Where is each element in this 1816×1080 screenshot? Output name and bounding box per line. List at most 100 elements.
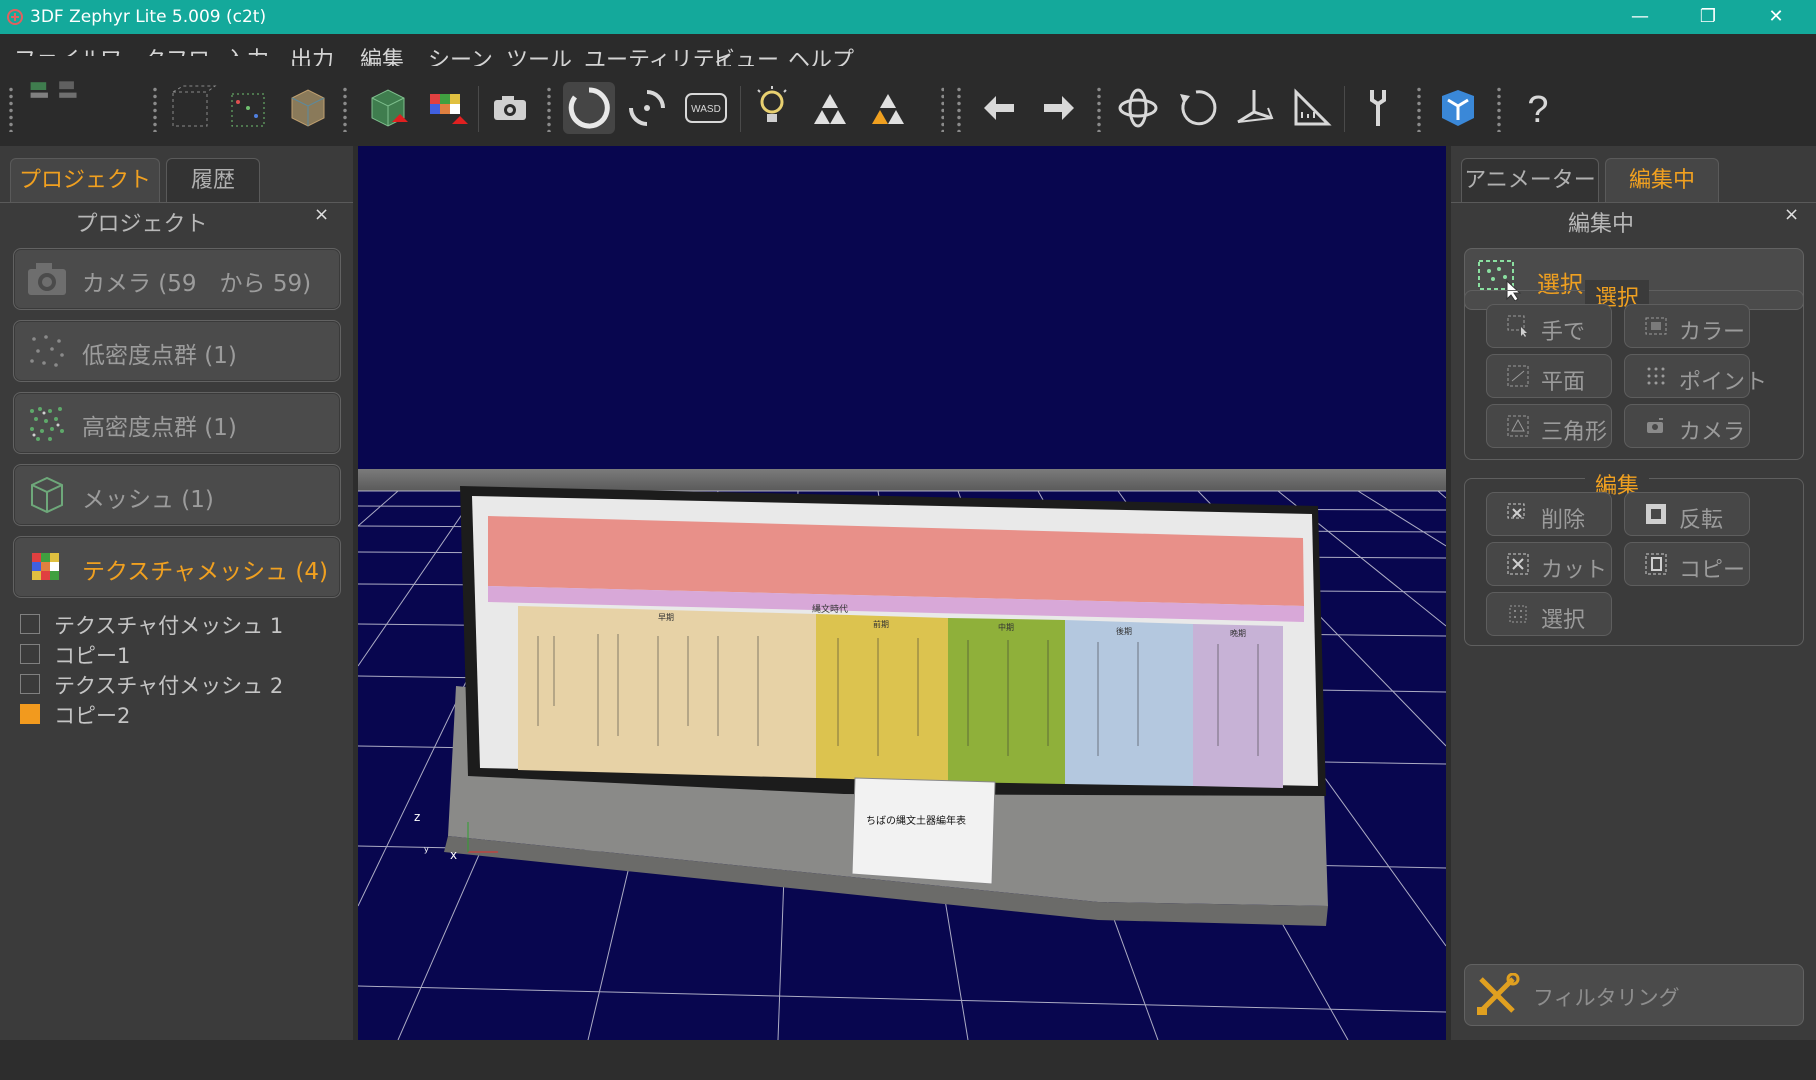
transform-icon[interactable] [1228,82,1280,134]
sign-early2-text: 前期 [873,619,889,629]
undo-icon[interactable] [974,82,1026,134]
dense-view-icon[interactable] [224,82,276,134]
sign-late-text: 後期 [1116,626,1132,636]
texture-generate-icon[interactable] [420,82,472,134]
toolbar-grip[interactable] [546,86,552,132]
plane-select-label: 平面 [1541,370,1586,395]
wasd-icon[interactable]: WASD [680,82,732,134]
textured-mesh-label: テクスチャメッシュ (4) [82,559,328,585]
triangle-select-button[interactable]: 三角形 [1486,404,1612,448]
mesh-icon [31,476,63,514]
copy-icon [1645,553,1667,575]
minimize-button[interactable]: — [1612,0,1668,34]
redo-icon[interactable] [1032,82,1084,134]
toolbar-grip[interactable] [152,86,158,132]
close-button[interactable]: ✕ [1748,0,1804,34]
toolbar-grip[interactable] [1096,86,1102,132]
camera-icon[interactable] [484,82,536,134]
orbit-icon[interactable] [563,82,615,134]
copy-label: コピー [1679,558,1746,583]
workflow-icons-group[interactable] [28,64,148,108]
sketchfab-icon[interactable] [1432,82,1484,134]
item-checkbox[interactable] [20,704,40,724]
item-checkbox[interactable] [20,674,40,694]
rotate-icon[interactable] [1112,82,1164,134]
menu-import[interactable]: 入力 [225,42,269,56]
mesh-button[interactable]: メッシュ (1) [13,464,341,526]
item-checkbox[interactable] [20,614,40,634]
editing-panel: アニメーター 編集中 編集中 × 選択 選択 手で カラー 平面 ポイント 三角… [1451,146,1816,1040]
toolbar-grip[interactable] [956,86,962,132]
cut-icon [1507,553,1529,575]
hand-select-button[interactable]: 手で [1486,304,1612,348]
rotate-ccw-icon[interactable] [1170,82,1222,134]
tools-icon[interactable] [1352,82,1404,134]
cut-button[interactable]: カット [1486,542,1612,586]
mesh-label: メッシュ (1) [82,487,214,513]
close-panel-button[interactable]: × [314,204,329,225]
sparse-cloud-label: 低密度点群 (1) [82,343,237,369]
axis-y-label: y [424,845,429,854]
point-select-button[interactable]: ポイント [1624,354,1767,398]
3d-viewport[interactable]: 縄文時代 早期 前期 中期 後期 晩期 ちばの縄文土器編年表 z y x [358,146,1446,1040]
tab-divider [1451,202,1816,203]
textured-mesh-button[interactable]: テクスチャメッシュ (4) [13,536,341,598]
light-bulb-icon[interactable] [746,82,798,134]
period-late [1065,620,1193,786]
toolbar-grip[interactable] [1416,86,1422,132]
close-panel-button[interactable]: × [1784,204,1799,225]
caption-title: ちばの縄文土器編年表 [866,814,966,827]
toolbar-separator [740,86,741,132]
item-checkbox[interactable] [20,644,40,664]
toolbar-grip[interactable] [8,86,14,132]
tab-project[interactable]: プロジェクト [10,158,160,203]
panel-title: 編集中 [1567,212,1634,237]
invert-button[interactable]: 反転 [1624,492,1750,536]
pan-icon[interactable] [621,82,673,134]
toolbar: WASD ? [0,66,1816,146]
toolbar-grip[interactable] [940,86,944,132]
mesh-generate-icon[interactable] [362,82,414,134]
camera-icon [28,263,66,295]
tab-animator[interactable]: アニメーター [1461,158,1599,203]
select-label: 選択 [1541,608,1586,633]
help-label: ? [1527,89,1548,131]
triangle-select-icon [1507,415,1529,437]
hand-select-label: 手で [1541,320,1586,345]
sparse-view-icon[interactable] [165,82,217,134]
toolbar-separator [478,86,479,132]
tab-history[interactable]: 履歴 [166,158,260,203]
toolbar-grip[interactable] [1496,86,1502,132]
period-middle [948,618,1065,784]
sparse-cloud-button[interactable]: 低密度点群 (1) [13,320,341,382]
select-button[interactable]: 選択 [1486,592,1612,636]
select-icon [1509,605,1527,623]
dense-cloud-label: 高密度点群 (1) [82,415,237,441]
camera-select-button[interactable]: カメラ [1624,404,1750,448]
point-select-label: ポイント [1679,370,1768,395]
measure-icon[interactable] [1286,82,1338,134]
tab-editing[interactable]: 編集中 [1605,158,1719,203]
dense-cloud-button[interactable]: 高密度点群 (1) [13,392,341,454]
menu-workflow[interactable]: ワークフロー [100,42,232,56]
point-select-icon [1647,367,1665,385]
delete-button[interactable]: 削除 [1486,492,1612,536]
copy-button[interactable]: コピー [1624,542,1750,586]
sign-header-text: 縄文時代 [812,603,848,615]
invert-label: 反転 [1679,508,1724,533]
menu-file[interactable]: ファイル [14,42,102,56]
toolbar-grip[interactable] [342,86,348,132]
color-select-button[interactable]: カラー [1624,304,1750,348]
mesh-shading-icon[interactable] [804,82,856,134]
app-logo-icon [7,9,23,25]
help-icon[interactable]: ? [1512,82,1564,134]
filtering-button[interactable]: フィルタリング [1464,964,1804,1026]
mesh-view-icon[interactable] [282,82,334,134]
textured-shading-icon[interactable] [862,82,914,134]
title-bar: 3DF Zephyr Lite 5.009 (c2t) — ❐ ✕ [0,0,1816,34]
maximize-button[interactable]: ❐ [1680,0,1736,34]
plane-select-button[interactable]: 平面 [1486,354,1612,398]
cameras-button[interactable]: カメラ (59 から 59) [13,248,341,310]
camera-select-label: カメラ [1679,420,1746,445]
period-final [1193,624,1283,788]
